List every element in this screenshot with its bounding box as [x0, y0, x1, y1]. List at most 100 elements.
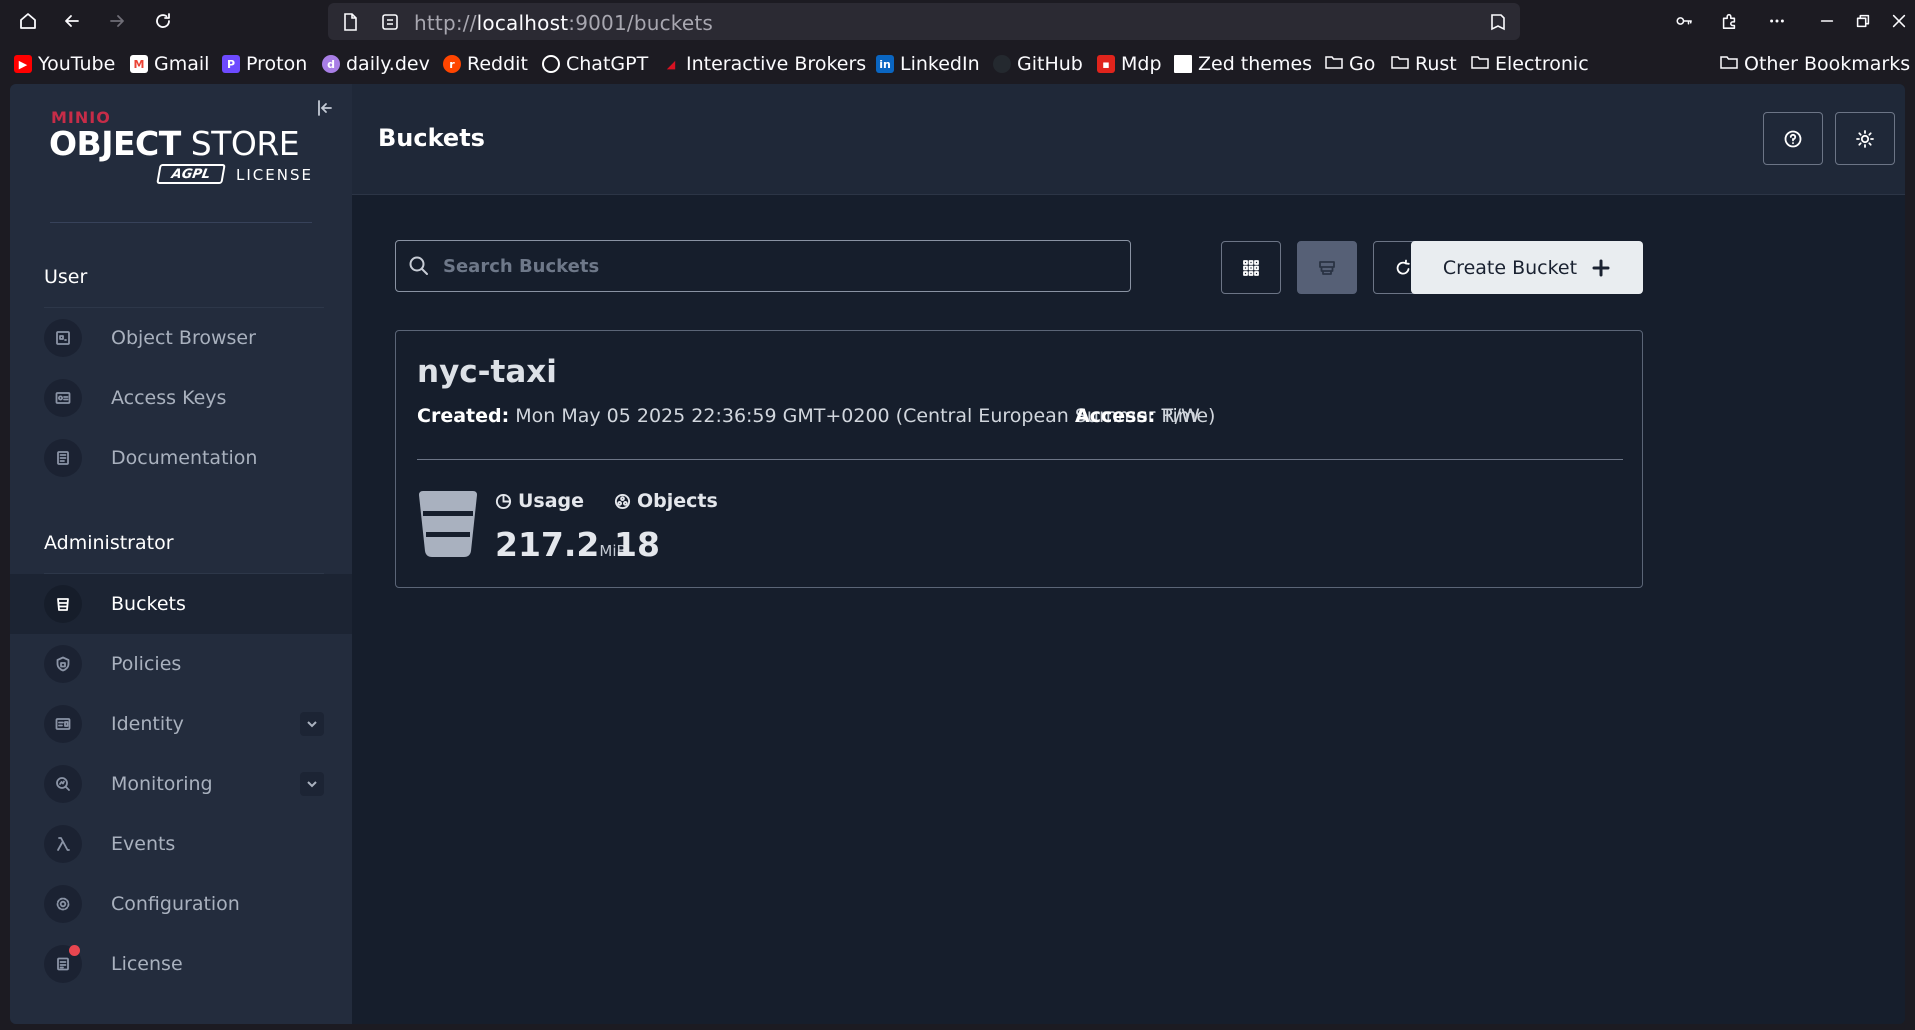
bookmark-github[interactable]: GitHub [993, 50, 1083, 78]
help-icon [1784, 130, 1802, 147]
folder-icon [1391, 53, 1409, 75]
notification-badge [69, 945, 80, 956]
bucket-access: Access: R/W [1075, 405, 1200, 427]
ibkr-icon: ◢ [666, 57, 676, 71]
usage-label: Usage [495, 490, 584, 512]
sidebar-item-policies[interactable]: Policies [10, 634, 352, 694]
list-view-button[interactable] [1297, 241, 1357, 294]
close-window-icon[interactable] [1886, 8, 1912, 34]
minimize-icon[interactable] [1814, 8, 1840, 34]
folder-icon [1471, 53, 1489, 75]
sidebar-divider [50, 222, 312, 223]
bookmark-mdp[interactable]: ▪ Mdp [1097, 50, 1162, 78]
minio-console: MINIO OBJECT STORE AGPL LICENSE User Obj… [10, 84, 1905, 1024]
sidebar-item-object-browser[interactable]: Object Browser [10, 308, 352, 368]
help-button[interactable] [1763, 112, 1823, 165]
reader-view-icon[interactable] [1488, 12, 1508, 32]
identity-icon [44, 705, 82, 743]
monitoring-icon [44, 765, 82, 803]
sidebar-item-configuration[interactable]: Configuration [10, 874, 352, 934]
site-info-icon[interactable] [380, 12, 400, 32]
home-icon[interactable] [15, 8, 41, 34]
folder-icon [1325, 53, 1343, 75]
page-title: Buckets [378, 124, 485, 152]
pie-chart-icon [495, 493, 512, 509]
bookmark-youtube[interactable]: ▶ YouTube [14, 50, 115, 78]
sidebar-item-buckets[interactable]: Buckets [10, 574, 352, 634]
folder-icon [1720, 53, 1738, 75]
reddit-icon: r [443, 55, 461, 73]
extensions-icon[interactable] [1716, 8, 1742, 34]
chevron-down-icon[interactable] [300, 772, 324, 796]
bookmark-go[interactable]: Go [1325, 50, 1375, 78]
restore-icon[interactable] [1850, 8, 1876, 34]
plus-icon [1592, 259, 1610, 276]
bucket-card[interactable]: nyc-taxi Created: Mon May 05 2025 22:36:… [395, 330, 1643, 588]
lock-icon: ▪ [1097, 55, 1115, 73]
linkedin-icon: in [876, 55, 894, 73]
bookmark-proton[interactable]: P Proton [222, 50, 307, 78]
card-divider [417, 459, 1623, 460]
bookmark-zed-themes[interactable]: Zed themes [1174, 50, 1312, 78]
sidebar-item-events[interactable]: Events [10, 814, 352, 874]
bucket-name[interactable]: nyc-taxi [417, 354, 557, 390]
bookmark-linkedin[interactable]: in LinkedIn [876, 50, 980, 78]
create-bucket-button[interactable]: Create Bucket [1411, 241, 1643, 294]
theme-toggle-button[interactable] [1835, 112, 1895, 165]
sidebar-item-identity[interactable]: Identity [10, 694, 352, 754]
object-browser-icon [44, 319, 82, 357]
reload-icon[interactable] [150, 8, 176, 34]
collapse-sidebar-icon[interactable] [315, 98, 339, 122]
search-input[interactable] [443, 241, 1113, 291]
search-icon [408, 255, 430, 277]
list-view-icon [1319, 260, 1335, 275]
gmail-icon: M [130, 55, 148, 73]
sidebar-item-monitoring[interactable]: Monitoring [10, 754, 352, 814]
bookmark-rust[interactable]: Rust [1391, 50, 1457, 78]
access-keys-icon [44, 379, 82, 417]
policies-icon [44, 645, 82, 683]
forward-icon[interactable] [104, 8, 130, 34]
bookmark-chatgpt[interactable]: ChatGPT [542, 50, 648, 78]
bucket-icon [44, 585, 82, 623]
license-icon [44, 945, 82, 983]
chatgpt-icon [542, 55, 560, 73]
bookmark-electronic[interactable]: Electronic [1471, 50, 1589, 78]
youtube-icon: ▶ [14, 55, 32, 73]
refresh-icon [1396, 259, 1410, 275]
browser-toolbar: http://localhost:9001/buckets [0, 0, 1915, 42]
grid-view-button[interactable] [1221, 241, 1281, 294]
bucket-icon [419, 491, 477, 557]
bookmark-gmail[interactable]: M Gmail [130, 50, 209, 78]
bookmark-dailydev[interactable]: d daily.dev [322, 50, 430, 78]
chevron-down-icon[interactable] [300, 712, 324, 736]
menu-icon[interactable] [1764, 8, 1790, 34]
documentation-icon [44, 439, 82, 477]
page-header: Buckets [352, 84, 1905, 195]
github-icon [993, 55, 1011, 73]
url-text: http://localhost:9001/buckets [414, 11, 714, 35]
bookmark-other-bookmarks[interactable]: Other Bookmarks [1720, 50, 1910, 78]
section-title-user: User [44, 266, 88, 288]
sun-icon [1856, 129, 1874, 148]
back-icon[interactable] [59, 8, 85, 34]
bookmark-reddit[interactable]: r Reddit [443, 50, 528, 78]
bookmark-interactive-brokers[interactable]: ◢ Interactive Brokers [662, 50, 866, 78]
sidebar-item-access-keys[interactable]: Access Keys [10, 368, 352, 428]
lambda-icon [44, 825, 82, 863]
usage-value: 217.2MiB [495, 525, 627, 564]
search-buckets-field[interactable] [395, 240, 1131, 292]
main-content: Buckets Create Bucket [352, 84, 1905, 1024]
objects-icon [614, 493, 631, 509]
sidebar-item-documentation[interactable]: Documentation [10, 428, 352, 488]
page-icon [1174, 55, 1192, 73]
grid-icon [1243, 259, 1259, 276]
address-bar[interactable]: http://localhost:9001/buckets [328, 3, 1520, 40]
page-icon [340, 12, 360, 32]
gear-icon [44, 885, 82, 923]
sidebar-item-license[interactable]: License [10, 934, 352, 994]
bookmarks-bar: ▶ YouTube M Gmail P Proton d daily.dev r Redd… [0, 46, 1915, 82]
key-icon[interactable] [1671, 8, 1697, 34]
objects-label: Objects [614, 490, 718, 512]
objects-value: 18 [614, 525, 660, 564]
